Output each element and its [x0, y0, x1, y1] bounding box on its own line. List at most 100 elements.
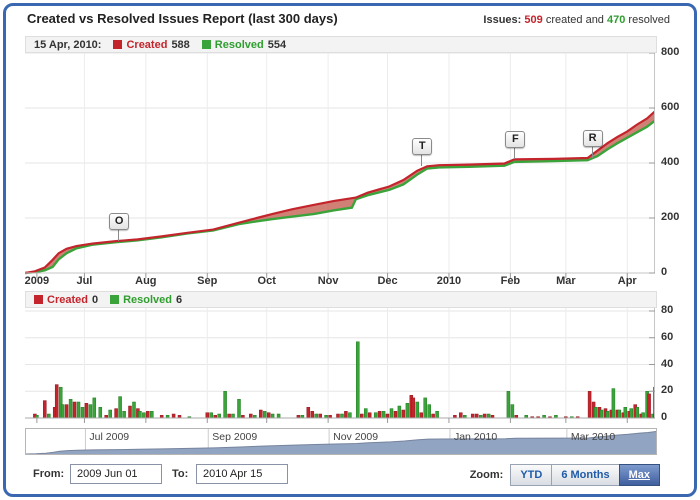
bar-resolved[interactable] — [138, 411, 141, 418]
bar-resolved[interactable] — [263, 411, 266, 418]
bar-created[interactable] — [471, 414, 474, 418]
bar-resolved[interactable] — [69, 399, 72, 418]
bar-resolved[interactable] — [612, 389, 615, 418]
bar-resolved[interactable] — [77, 402, 80, 418]
bar-resolved[interactable] — [390, 409, 393, 418]
bar-created[interactable] — [648, 394, 651, 418]
bar-resolved[interactable] — [133, 402, 136, 418]
bar-resolved[interactable] — [356, 342, 359, 418]
bar-resolved[interactable] — [123, 411, 126, 418]
bar-created[interactable] — [73, 402, 76, 418]
bar-created[interactable] — [129, 406, 132, 418]
bar-resolved[interactable] — [600, 410, 603, 418]
bar-resolved[interactable] — [99, 407, 102, 418]
bar-resolved[interactable] — [507, 391, 510, 418]
bar-created[interactable] — [368, 413, 371, 418]
bar-created[interactable] — [85, 403, 88, 418]
legend-resolved-label[interactable]: Resolved — [215, 39, 264, 51]
to-date-input[interactable] — [196, 464, 288, 484]
bar-created[interactable] — [344, 411, 347, 418]
bar-resolved[interactable] — [210, 413, 213, 418]
bar-resolved[interactable] — [382, 411, 385, 418]
daily-bars-plot[interactable] — [25, 308, 655, 424]
bar-created[interactable] — [249, 414, 252, 418]
bar-resolved[interactable] — [416, 402, 419, 418]
bar-created[interactable] — [420, 413, 423, 418]
bar-resolved[interactable] — [93, 398, 96, 418]
bar-resolved[interactable] — [47, 414, 50, 418]
legend-created-label[interactable]: Created — [126, 39, 167, 51]
bar-created[interactable] — [172, 414, 175, 418]
zoom-button-6-months[interactable]: 6 Months — [551, 464, 619, 486]
bar-created[interactable] — [319, 414, 322, 418]
bar-resolved[interactable] — [218, 414, 221, 418]
bar-created[interactable] — [43, 401, 46, 418]
bar-created[interactable] — [394, 411, 397, 418]
bar-created[interactable] — [378, 411, 381, 418]
resolved-series-line[interactable] — [25, 121, 655, 273]
bar-resolved[interactable] — [606, 411, 609, 418]
bar-created[interactable] — [311, 411, 314, 418]
bar-resolved[interactable] — [238, 399, 241, 418]
bar-created[interactable] — [588, 391, 591, 418]
range-navigator[interactable]: Jul 2009Sep 2009Nov 2009Jan 2010Mar 2010 — [25, 428, 657, 455]
bar-resolved[interactable] — [142, 413, 145, 418]
bar-resolved[interactable] — [224, 391, 227, 418]
bar-resolved[interactable] — [398, 406, 401, 418]
bar-created[interactable] — [386, 414, 389, 418]
bar-resolved[interactable] — [594, 407, 597, 418]
bar-resolved[interactable] — [487, 414, 490, 418]
bar-resolved[interactable] — [424, 398, 427, 418]
bar-resolved[interactable] — [109, 410, 112, 418]
bar-created[interactable] — [402, 410, 405, 418]
bar-resolved[interactable] — [406, 403, 409, 418]
bar-created[interactable] — [228, 414, 231, 418]
legend2-created-label[interactable]: Created — [47, 294, 88, 306]
bar-resolved[interactable] — [618, 410, 621, 418]
bar-created[interactable] — [65, 405, 68, 418]
bar-resolved[interactable] — [232, 414, 235, 418]
created-series-line[interactable] — [25, 111, 655, 273]
legend2-resolved-label[interactable]: Resolved — [123, 294, 172, 306]
zoom-button-ytd[interactable]: YTD — [510, 464, 552, 486]
bar-resolved[interactable] — [636, 407, 639, 418]
bar-resolved[interactable] — [150, 411, 153, 418]
bar-resolved[interactable] — [364, 409, 367, 418]
bar-created[interactable] — [55, 385, 58, 418]
bar-resolved[interactable] — [428, 405, 431, 418]
bar-created[interactable] — [115, 409, 118, 418]
bar-created[interactable] — [259, 410, 262, 418]
bar-created[interactable] — [483, 414, 486, 418]
bar-created[interactable] — [146, 411, 149, 418]
bar-created[interactable] — [267, 413, 270, 418]
bar-resolved[interactable] — [81, 407, 84, 418]
bar-resolved[interactable] — [119, 397, 122, 418]
bar-resolved[interactable] — [374, 413, 377, 418]
flag-F[interactable]: F — [505, 131, 525, 148]
flag-T[interactable]: T — [412, 138, 432, 155]
bar-created[interactable] — [432, 414, 435, 418]
bar-created[interactable] — [475, 414, 478, 418]
zoom-button-max[interactable]: Max — [619, 464, 660, 486]
bar-created[interactable] — [337, 414, 340, 418]
bar-resolved[interactable] — [271, 414, 274, 418]
bar-created[interactable] — [459, 413, 462, 418]
from-date-input[interactable] — [70, 464, 162, 484]
bar-created[interactable] — [307, 407, 310, 418]
bar-resolved[interactable] — [630, 409, 633, 418]
cumulative-chart-plot[interactable] — [25, 53, 655, 279]
flag-O[interactable]: O — [109, 213, 129, 230]
bar-created[interactable] — [206, 413, 209, 418]
bar-created[interactable] — [412, 398, 415, 418]
bar-resolved[interactable] — [624, 407, 627, 418]
bar-resolved[interactable] — [642, 413, 645, 418]
bar-resolved[interactable] — [89, 405, 92, 418]
flag-R[interactable]: R — [583, 130, 603, 147]
bar-resolved[interactable] — [511, 405, 514, 418]
bar-resolved[interactable] — [315, 414, 318, 418]
bar-created[interactable] — [360, 414, 363, 418]
bar-resolved[interactable] — [277, 414, 280, 418]
bar-resolved[interactable] — [436, 411, 439, 418]
bar-resolved[interactable] — [61, 405, 64, 418]
bar-resolved[interactable] — [341, 414, 344, 418]
